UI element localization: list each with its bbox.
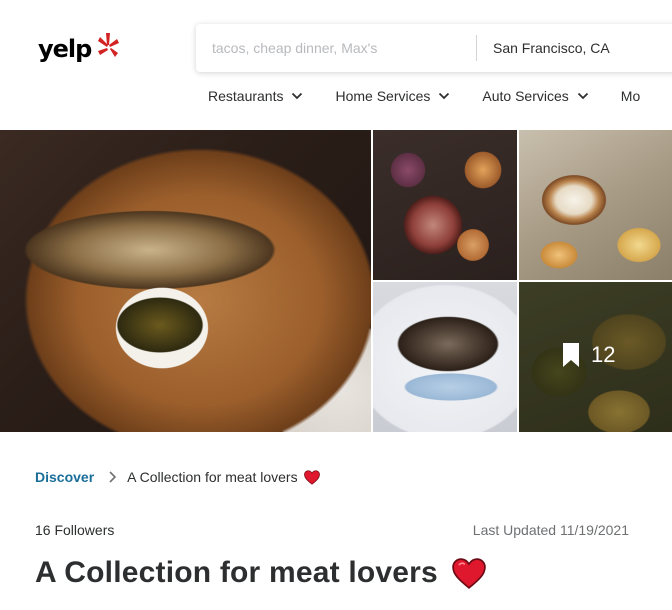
collection-photo-grid: 12 <box>0 130 672 432</box>
find-input[interactable] <box>196 24 476 72</box>
saved-count-value: 12 <box>591 342 616 367</box>
collection-title: A Collection for meat lovers <box>35 556 486 590</box>
heart-icon <box>303 469 320 485</box>
location-input[interactable] <box>477 24 672 72</box>
nav-label: Home Services <box>335 88 431 104</box>
nav-label: Auto Services <box>482 88 569 104</box>
chevron-down-icon <box>439 92 450 100</box>
followers-count: 16 Followers <box>35 522 115 538</box>
nav-restaurants[interactable]: Restaurants <box>208 88 303 104</box>
breadcrumb-current: A Collection for meat lovers <box>127 469 298 485</box>
logo-wordmark: yelp <box>38 35 92 63</box>
breadcrumb: Discover A Collection for meat lovers <box>35 469 320 485</box>
yelp-burst-icon <box>98 33 119 57</box>
page-title: A Collection for meat lovers <box>35 556 438 589</box>
nav-auto-services[interactable]: Auto Services <box>482 88 588 104</box>
nav-label: Mo <box>620 88 641 104</box>
nav-home-services[interactable]: Home Services <box>335 88 450 104</box>
header: yelp Restaurants Home Services Auto Serv… <box>0 0 672 130</box>
breadcrumb-discover-link[interactable]: Discover <box>35 469 94 485</box>
nav-label: Restaurants <box>208 88 284 104</box>
chevron-down-icon <box>292 92 303 100</box>
photo-more-saved[interactable]: 12 <box>519 282 672 432</box>
photo-meat-platter[interactable] <box>373 130 517 280</box>
yelp-logo[interactable]: yelp <box>38 31 122 67</box>
last-updated: Last Updated 11/19/2021 <box>472 522 629 538</box>
chevron-right-icon <box>109 471 117 483</box>
saved-count: 12 <box>563 342 615 368</box>
photo-food-table[interactable] <box>519 130 672 280</box>
nav-more[interactable]: Mo <box>621 88 640 104</box>
bookmark-icon <box>563 343 579 367</box>
chevron-down-icon <box>577 92 588 100</box>
photo-grilled-fish[interactable] <box>0 130 371 432</box>
category-nav: Restaurants Home Services Auto Services … <box>208 88 672 104</box>
heart-icon <box>452 557 486 589</box>
photo-steak[interactable] <box>373 282 517 432</box>
search-bar <box>196 24 672 72</box>
